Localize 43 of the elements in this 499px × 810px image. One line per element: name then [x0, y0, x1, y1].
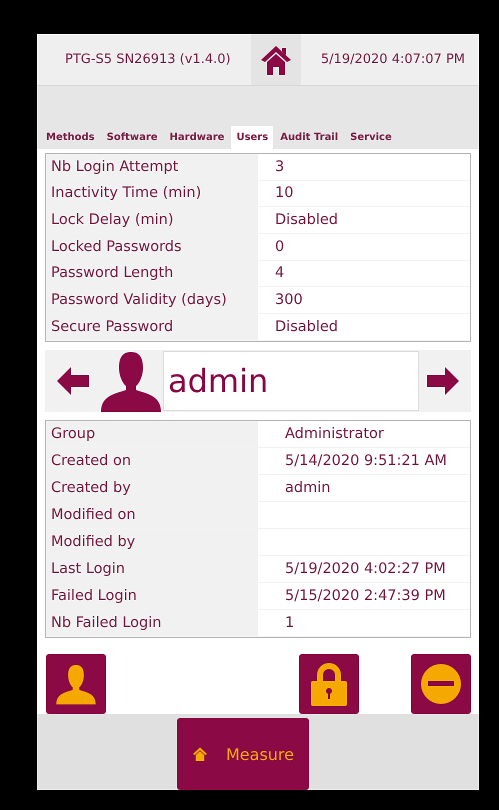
- info-value: 5/19/2020 4:02:27 PM: [284, 560, 447, 577]
- user-button[interactable]: [46, 654, 106, 714]
- info-value: 5/15/2020 2:47:39 PM: [284, 588, 447, 604]
- setting-value: 4: [274, 265, 286, 282]
- padlock-icon: [309, 660, 349, 707]
- info-value: 1: [284, 614, 296, 631]
- setting-label: Secure Password: [50, 318, 174, 335]
- tab[interactable]: Users: [231, 126, 274, 149]
- right-arrow-icon: [427, 366, 459, 395]
- user-name-field[interactable]: admin: [163, 350, 419, 411]
- setting-label: Password Length: [50, 265, 174, 282]
- setting-label: Password Validity (days): [50, 292, 228, 308]
- setting-label: Inactivity Time (min): [50, 185, 202, 202]
- info-label: Created by: [50, 480, 132, 496]
- person-icon: [99, 350, 163, 412]
- home-icon: [192, 746, 208, 762]
- left-arrow-icon: [57, 366, 89, 395]
- info-value: 5/14/2020 9:51:21 AM: [284, 452, 448, 469]
- home-button[interactable]: [250, 34, 301, 85]
- remove-button[interactable]: [411, 654, 471, 714]
- info-label: Modified on: [50, 506, 137, 523]
- info-value: Administrator: [284, 426, 385, 442]
- setting-value: 0: [274, 238, 286, 255]
- lock-button[interactable]: [299, 654, 359, 714]
- minus-circle-icon: [420, 662, 462, 705]
- setting-value: Disabled: [274, 212, 339, 228]
- info-value: admin: [284, 480, 332, 496]
- setting-label: Lock Delay (min): [50, 212, 175, 228]
- setting-label: Locked Passwords: [50, 238, 183, 255]
- date-time: 5/19/2020 4:07:07 PM: [320, 52, 465, 67]
- info-label: Failed Login: [50, 588, 138, 604]
- setting-label: Nb Login Attempt: [50, 158, 180, 175]
- info-label: Nb Failed Login: [50, 614, 162, 631]
- setting-value: 10: [274, 185, 294, 202]
- setting-value: 300: [274, 292, 304, 308]
- device-name: PTG-S5 SN26913 (v1.4.0): [65, 52, 231, 67]
- info-label: Group: [50, 426, 96, 442]
- measure-button[interactable]: Measure: [177, 718, 309, 790]
- setting-value: Disabled: [274, 318, 339, 335]
- info-label: Modified by: [50, 534, 136, 550]
- setting-value: 3: [274, 158, 286, 175]
- info-label: Last Login: [50, 560, 126, 577]
- info-label: Created on: [50, 452, 132, 469]
